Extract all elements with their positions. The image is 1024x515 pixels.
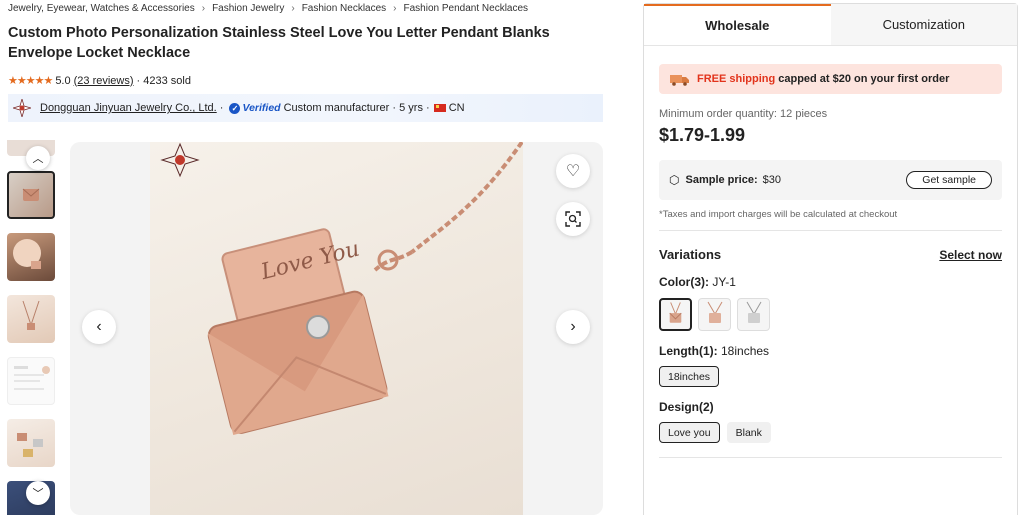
color-selected-value: JY-1 — [712, 275, 736, 289]
color-swatches — [659, 298, 1002, 331]
supplier-name-link[interactable]: Dongguan Jinyuan Jewelry Co., Ltd. — [40, 102, 217, 114]
sample-price-label: Sample price: — [685, 174, 758, 186]
truck-icon — [670, 75, 689, 86]
rating-value: 5.0 — [55, 74, 71, 87]
main-product-image: Love You ♡ ‹ › — [70, 142, 603, 515]
divider — [659, 230, 1002, 231]
tax-note: *Taxes and import charges will be calcul… — [659, 209, 898, 220]
thumbnail-active[interactable] — [7, 171, 55, 219]
rating-row: ★★★★★ 5.0 (23 reviews) · 4233 sold — [8, 74, 191, 88]
design-label: Design(2) — [659, 400, 714, 414]
breadcrumb-item[interactable]: Fashion Jewelry — [212, 3, 284, 14]
select-now-link[interactable]: Select now — [939, 248, 1002, 262]
verified-label: Verified — [242, 102, 281, 114]
breadcrumb-item[interactable]: Jewelry, Eyewear, Watches & Accessories — [8, 3, 195, 14]
panel-tabs: Wholesale Customization — [644, 4, 1017, 46]
design-option-label: Design(2) — [659, 400, 1002, 414]
star-rating-icon: ★★★★★ — [8, 75, 53, 87]
separator: · — [389, 102, 400, 114]
reviews-link[interactable]: (23 reviews) — [74, 75, 134, 87]
tab-customization[interactable]: Customization — [830, 4, 1017, 45]
purchase-panel: Wholesale Customization FREE shipping ca… — [643, 3, 1018, 515]
length-option-label: Length(1): 18inches — [659, 344, 1002, 358]
product-photo: Love You — [150, 142, 524, 515]
chevron-right-icon: › — [201, 3, 206, 14]
chevron-left-icon: ‹ — [96, 318, 102, 335]
get-sample-button[interactable]: Get sample — [906, 171, 992, 189]
color-swatch-silver[interactable] — [737, 298, 770, 331]
design-option-chip[interactable]: Love you — [659, 422, 720, 443]
min-order-quantity: Minimum order quantity: 12 pieces — [659, 108, 828, 120]
thumbnail[interactable] — [7, 419, 55, 467]
color-label: Color(3): — [659, 275, 709, 289]
variations-title: Variations — [659, 247, 722, 262]
prev-image-button[interactable]: ‹ — [82, 310, 116, 344]
design-options: Love you Blank — [659, 422, 1002, 443]
separator: · — [136, 74, 141, 87]
separator: · — [422, 102, 430, 114]
price-range: $1.79-1.99 — [659, 125, 746, 145]
free-shipping-detail: capped at $20 on your first order — [778, 73, 950, 85]
sold-count: 4233 sold — [143, 74, 191, 87]
free-shipping-label: FREE shipping — [697, 73, 776, 85]
heart-icon: ♡ — [565, 163, 581, 180]
color-option-label: Color(3): JY-1 — [659, 275, 1002, 289]
thumbnail[interactable] — [7, 233, 55, 281]
supplier-bar: Dongguan Jinyuan Jewelry Co., Ltd. · ✓ V… — [8, 94, 603, 122]
product-title: Custom Photo Personalization Stainless S… — [8, 25, 550, 61]
variations-header: Variations Select now — [659, 247, 1002, 262]
image-search-button[interactable] — [556, 202, 590, 236]
thumbnails-down-button[interactable]: ﹀ — [26, 481, 50, 505]
supplier-country: CN — [448, 102, 465, 114]
length-options: 18inches — [659, 366, 1002, 387]
divider — [659, 457, 1002, 458]
thumbnails-up-button[interactable]: ︿ — [26, 146, 50, 170]
breadcrumb-item[interactable]: Fashion Necklaces — [302, 3, 386, 14]
design-option-chip[interactable]: Blank — [726, 422, 771, 443]
thumbnail[interactable] — [7, 357, 55, 405]
length-option-chip[interactable]: 18inches — [659, 366, 720, 387]
color-swatch-rose-gold[interactable] — [659, 298, 692, 331]
chevron-right-icon: › — [570, 318, 576, 335]
separator: · — [216, 102, 224, 114]
sample-price-box: ⬡ Sample price: $30 Get sample — [659, 160, 1002, 200]
sample-price-value: $30 — [762, 174, 781, 186]
next-image-button[interactable]: › — [556, 310, 590, 344]
supplier-years: 5 yrs — [399, 102, 423, 114]
breadcrumb-item[interactable]: Fashion Pendant Necklaces — [404, 3, 529, 14]
image-search-icon — [565, 211, 581, 227]
supplier-logo-icon — [12, 98, 32, 118]
china-flag-icon — [433, 104, 446, 112]
tab-wholesale[interactable]: Wholesale — [644, 4, 831, 45]
chevron-down-icon: ﹀ — [32, 488, 44, 500]
thumbnail-strip: ︿ ﹀ — [7, 140, 57, 515]
color-swatch-rose-gold-alt[interactable] — [698, 298, 731, 331]
breadcrumb: Jewelry, Eyewear, Watches & Accessories … — [8, 3, 528, 14]
verified-badge: ✓ Verified — [229, 102, 281, 114]
length-selected-value: 18inches — [721, 344, 770, 358]
thumbnail[interactable] — [7, 295, 55, 343]
length-label: Length(1): — [659, 344, 718, 358]
chevron-up-icon: ︿ — [32, 153, 44, 165]
favorite-button[interactable]: ♡ — [556, 154, 590, 188]
package-icon: ⬡ — [669, 173, 680, 187]
check-icon: ✓ — [229, 102, 241, 114]
supplier-type: Custom manufacturer — [283, 102, 390, 114]
chevron-right-icon: › — [291, 3, 295, 14]
chevron-right-icon: › — [393, 3, 397, 14]
free-shipping-banner: FREE shipping capped at $20 on your firs… — [659, 64, 1002, 94]
